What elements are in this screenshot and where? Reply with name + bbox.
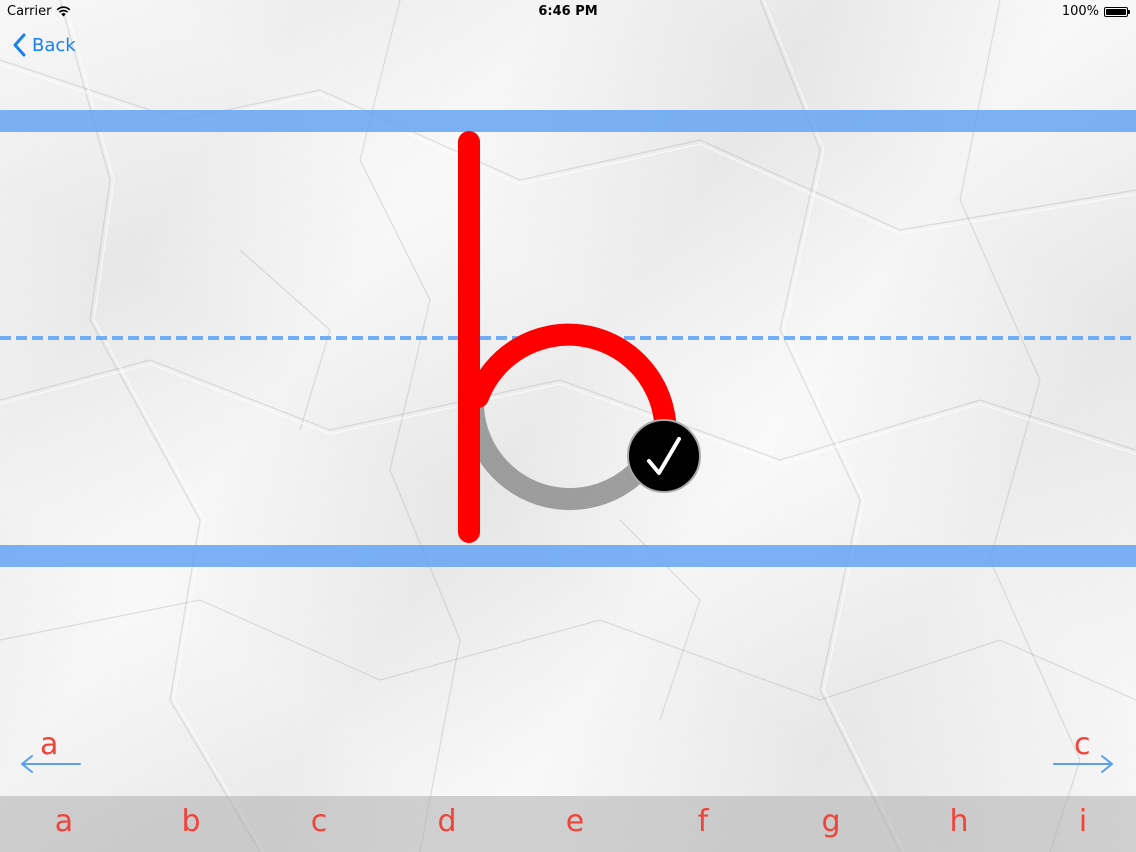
arrow-left-icon: [21, 755, 81, 773]
letter-item-d[interactable]: d: [417, 796, 477, 852]
letter-item-e[interactable]: e: [545, 796, 605, 852]
letter-traced-arc: [467, 323, 676, 432]
letter-item-a[interactable]: a: [34, 796, 94, 852]
checkmark-icon: [647, 437, 681, 475]
arrow-right-icon: [1053, 755, 1113, 773]
letter-item-f[interactable]: f: [673, 796, 733, 852]
previous-letter-button[interactable]: a: [18, 730, 88, 777]
next-letter-button[interactable]: c: [1052, 730, 1122, 777]
trace-cursor-done-button[interactable]: [627, 419, 701, 493]
letter-tracing-canvas[interactable]: [0, 0, 1136, 852]
letter-item-c[interactable]: c: [289, 796, 349, 852]
letter-item-h[interactable]: h: [929, 796, 989, 852]
letter-item-b[interactable]: b: [161, 796, 221, 852]
letter-item-i[interactable]: i: [1053, 796, 1113, 852]
letter-item-g[interactable]: g: [801, 796, 861, 852]
letter-selector-bar: a b c d e f g h i: [0, 796, 1136, 852]
